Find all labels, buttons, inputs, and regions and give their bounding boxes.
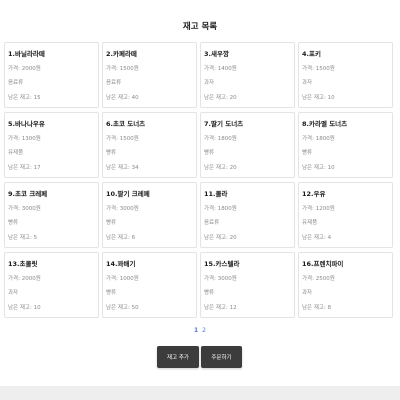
item-stock: 남은 재고: 50 [106,304,139,311]
item-category: 과자 [302,290,313,296]
item-title: 7.딸기 도너츠 [204,120,244,128]
inventory-page: 재고 목록 1.바닐라라떼 가격: 2000원 음료류 남은 재고: 15 2.… [0,0,400,400]
item-stock: 남은 재고: 12 [204,304,237,311]
pagination: 1 2 [0,326,400,336]
item-category: 과자 [204,80,215,86]
item-title: 8.카라멜 도너츠 [302,120,348,128]
page-link-2[interactable]: 2 [202,327,206,334]
inventory-card[interactable]: 8.카라멜 도너츠 가격: 1800원 빵류 남은 재고: 10 [298,112,393,178]
item-stock: 남은 재고: 20 [204,164,237,171]
item-category: 음료류 [204,220,220,226]
item-title: 14.꽈배기 [106,260,136,268]
item-stock: 남은 재고: 40 [106,94,139,101]
item-title: 6.초코 도너츠 [106,120,146,128]
item-category: 빵류 [106,220,117,226]
inventory-card[interactable]: 5.바나나우유 가격: 1300원 유제품 남은 재고: 17 [4,112,99,178]
item-price: 가격: 3000원 [204,275,237,282]
item-category: 빵류 [204,150,215,156]
inventory-card[interactable]: 12.우유 가격: 1200원 유제품 남은 재고: 4 [298,182,393,248]
item-price: 가격: 1500원 [106,65,139,72]
item-category: 과자 [302,80,313,86]
item-stock: 남은 재고: 10 [8,304,41,311]
item-price: 가격: 3000원 [8,205,41,212]
inventory-card[interactable]: 16.프렌치파이 가격: 2500원 과자 남은 재고: 8 [298,252,393,318]
item-stock: 남은 재고: 6 [106,234,136,241]
item-category: 빵류 [204,290,215,296]
item-price: 가격: 1400원 [204,65,237,72]
item-price: 가격: 1500원 [302,65,335,72]
item-title: 4.포키 [302,50,321,58]
item-title: 15.카스텔라 [204,260,240,268]
item-stock: 남은 재고: 34 [106,164,139,171]
item-stock: 남은 재고: 17 [8,164,41,171]
inventory-card[interactable]: 13.초콜릿 가격: 2000원 과자 남은 재고: 10 [4,252,99,318]
item-title: 1.바닐라라떼 [8,50,45,58]
item-title: 13.초콜릿 [8,260,38,268]
inventory-card[interactable]: 7.딸기 도너츠 가격: 1800원 빵류 남은 재고: 20 [200,112,295,178]
item-price: 가격: 2500원 [302,275,335,282]
item-stock: 남은 재고: 20 [204,94,237,101]
item-category: 빵류 [302,150,313,156]
item-stock: 남은 재고: 10 [302,164,335,171]
item-category: 유제품 [302,220,318,226]
item-price: 가격: 2000원 [8,275,41,282]
item-price: 가격: 1300원 [8,135,41,142]
item-category: 음료류 [8,80,24,86]
item-category: 음료류 [106,80,122,86]
item-title: 2.카페라떼 [106,50,137,58]
page-link-1[interactable]: 1 [194,327,198,334]
add-stock-button[interactable]: 재고 추가 [157,346,199,368]
inventory-grid: 1.바닐라라떼 가격: 2000원 음료류 남은 재고: 15 2.카페라떼 가… [4,42,393,318]
item-stock: 남은 재고: 4 [302,234,332,241]
item-stock: 남은 재고: 20 [204,234,237,241]
item-category: 과자 [8,290,19,296]
item-title: 10.딸기 크레페 [106,190,150,198]
item-stock: 남은 재고: 10 [302,94,335,101]
inventory-card[interactable]: 14.꽈배기 가격: 1000원 빵류 남은 재고: 50 [102,252,197,318]
inventory-card[interactable]: 11.콜라 가격: 1800원 음료류 남은 재고: 20 [200,182,295,248]
inventory-card[interactable]: 4.포키 가격: 1500원 과자 남은 재고: 10 [298,42,393,108]
item-price: 가격: 1000원 [106,275,139,282]
inventory-card[interactable]: 10.딸기 크레페 가격: 3000원 빵류 남은 재고: 6 [102,182,197,248]
item-title: 3.새우깡 [204,50,229,58]
item-title: 16.프렌치파이 [302,260,344,268]
action-buttons: 재고 추가 주문하기 [157,346,242,368]
item-stock: 남은 재고: 15 [8,94,41,101]
item-price: 가격: 1800원 [302,135,335,142]
item-category: 유제품 [8,150,24,156]
inventory-card[interactable]: 3.새우깡 가격: 1400원 과자 남은 재고: 20 [200,42,295,108]
item-stock: 남은 재고: 5 [8,234,38,241]
item-price: 가격: 1800원 [204,205,237,212]
inventory-card[interactable]: 15.카스텔라 가격: 3000원 빵류 남은 재고: 12 [200,252,295,318]
item-category: 빵류 [8,220,19,226]
item-title: 12.우유 [302,190,326,198]
item-price: 가격: 3000원 [106,205,139,212]
item-category: 빵류 [106,150,117,156]
inventory-card[interactable]: 6.초코 도너츠 가격: 1500원 빵류 남은 재고: 34 [102,112,197,178]
item-price: 가격: 1200원 [302,205,335,212]
inventory-card[interactable]: 2.카페라떼 가격: 1500원 음료류 남은 재고: 40 [102,42,197,108]
item-title: 9.초코 크레페 [8,190,48,198]
inventory-card[interactable]: 1.바닐라라떼 가격: 2000원 음료류 남은 재고: 15 [4,42,99,108]
item-title: 11.콜라 [204,190,228,198]
inventory-card[interactable]: 9.초코 크레페 가격: 3000원 빵류 남은 재고: 5 [4,182,99,248]
page-title: 재고 목록 [182,22,218,32]
item-stock: 남은 재고: 8 [302,304,332,311]
item-category: 빵류 [106,290,117,296]
item-price: 가격: 1500원 [106,135,139,142]
footer-band [0,386,400,400]
order-button[interactable]: 주문하기 [201,346,242,368]
item-title: 5.바나나우유 [8,120,45,128]
item-price: 가격: 1800원 [204,135,237,142]
item-price: 가격: 2000원 [8,65,41,72]
